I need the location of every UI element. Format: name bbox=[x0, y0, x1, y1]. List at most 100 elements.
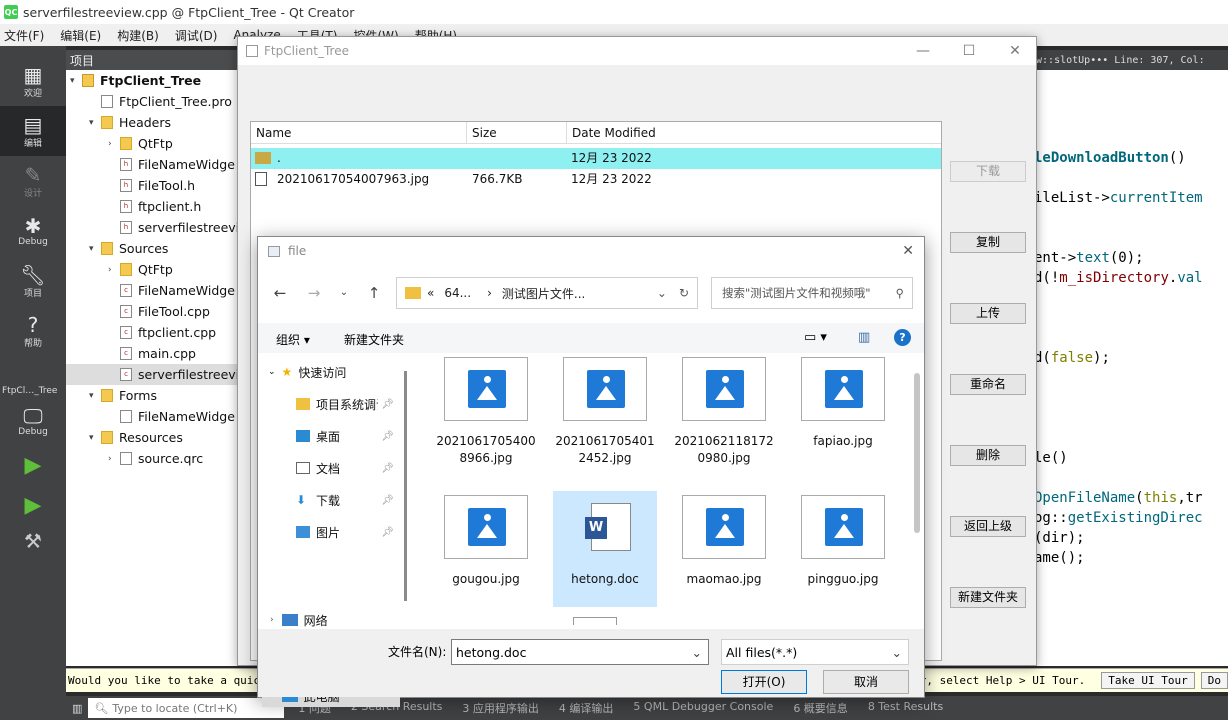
close-button[interactable]: ✕ bbox=[992, 37, 1038, 65]
project-tree-item[interactable]: ▾ Sources bbox=[66, 238, 241, 259]
output-tab[interactable]: 4 编译输出 bbox=[559, 700, 614, 716]
output-tab[interactable]: 3 应用程序输出 bbox=[462, 700, 539, 716]
search-input[interactable]: 搜索"测试图片文件和视频哦" ⚲ bbox=[711, 277, 913, 309]
project-tree-item[interactable]: h FileNameWidge bbox=[66, 154, 241, 175]
copy-button[interactable]: 复制 bbox=[950, 232, 1026, 253]
expand-arrow-icon[interactable]: ▾ bbox=[89, 244, 101, 254]
project-tree-item[interactable]: h FileTool.h bbox=[66, 175, 241, 196]
project-tree-item[interactable]: FileNameWidge bbox=[66, 406, 241, 427]
file-tile[interactable]: 20210621181720980.jpg bbox=[672, 353, 776, 469]
column-header-date[interactable]: Date Modified bbox=[567, 122, 941, 144]
address-segment[interactable]: 64... bbox=[444, 286, 471, 300]
table-row[interactable]: 20210617054007963.jpg 766.7KB 12月 23 202… bbox=[251, 169, 941, 190]
expand-arrow-icon[interactable]: ▾ bbox=[89, 433, 101, 443]
cancel-button[interactable]: 取消 bbox=[823, 670, 909, 694]
mode-projects[interactable]: 🔧︎ 项目 bbox=[0, 256, 66, 306]
project-tree-item[interactable]: ▾ Forms bbox=[66, 385, 241, 406]
expand-arrow-icon[interactable]: › bbox=[108, 139, 120, 149]
run-button[interactable]: ▶ bbox=[0, 446, 66, 486]
project-tree-item[interactable]: ▾ Resources bbox=[66, 427, 241, 448]
menu-item[interactable]: 构建(B) bbox=[117, 27, 159, 44]
project-tree-item[interactable]: FtpClient_Tree.pro bbox=[66, 91, 241, 112]
file-tile[interactable]: 20210617054008966.jpg bbox=[434, 353, 538, 469]
menu-item[interactable]: 编辑(E) bbox=[60, 27, 101, 44]
back-button[interactable]: ← bbox=[268, 281, 292, 305]
project-tree-item[interactable]: c ftpclient.cpp bbox=[66, 322, 241, 343]
up-button[interactable]: ↑ bbox=[362, 281, 386, 305]
nav-desktop[interactable]: 桌面 📌︎ bbox=[296, 425, 400, 447]
column-header-name[interactable]: Name bbox=[251, 122, 467, 144]
rename-button[interactable]: 重命名 bbox=[950, 374, 1026, 395]
project-tree-item[interactable]: c FileNameWidge bbox=[66, 280, 241, 301]
sidebar-toggle-icon[interactable]: ▥ bbox=[72, 702, 82, 715]
project-tree-item[interactable]: › QtFtp bbox=[66, 133, 241, 154]
new-folder-button[interactable]: 新建文件夹 bbox=[344, 331, 404, 348]
project-tree-item[interactable]: h serverfilestreevi bbox=[66, 217, 241, 238]
open-button[interactable]: 打开(O) bbox=[721, 670, 807, 694]
preview-pane-icon[interactable]: ▥ bbox=[858, 330, 870, 345]
mode-edit[interactable]: ▤ 编辑 bbox=[0, 106, 66, 156]
project-tree-item[interactable]: › source.qrc bbox=[66, 448, 241, 469]
address-overflow[interactable]: « bbox=[427, 286, 434, 300]
upload-button[interactable]: 上传 bbox=[950, 303, 1026, 324]
forward-button[interactable]: → bbox=[302, 281, 326, 305]
debug-run-button[interactable]: ▶ bbox=[0, 486, 66, 526]
view-options-icon[interactable]: ▭ ▾ bbox=[804, 330, 827, 345]
project-tree-item[interactable]: ▾ Headers bbox=[66, 112, 241, 133]
nav-network[interactable]: › 网络 bbox=[270, 609, 328, 631]
help-icon[interactable]: ? bbox=[894, 329, 911, 346]
nav-project-folder[interactable]: 项目系统调试📌︎ bbox=[296, 393, 400, 415]
output-tab[interactable]: 5 QML Debugger Console bbox=[633, 700, 773, 716]
close-icon[interactable]: ✕ bbox=[902, 243, 914, 259]
file-grid-scrollbar[interactable] bbox=[914, 373, 920, 533]
table-row[interactable]: . 12月 23 2022 bbox=[251, 148, 941, 169]
mode-design[interactable]: ✎ 设计 bbox=[0, 156, 66, 206]
project-tree-item[interactable]: ▾ FtpClient_Tree bbox=[66, 70, 241, 91]
menu-item[interactable]: 文件(F) bbox=[4, 27, 44, 44]
address-segment[interactable]: 测试图片文件... bbox=[502, 285, 585, 302]
file-tile[interactable]: maomao.jpg bbox=[672, 491, 776, 607]
build-button[interactable]: ⚒ bbox=[0, 526, 66, 556]
filename-input[interactable]: hetong.doc ⌄ bbox=[451, 639, 709, 665]
address-bar[interactable]: « 64... › 测试图片文件... ⌄ ↻ bbox=[396, 277, 698, 309]
address-dropdown-icon[interactable]: ⌄ bbox=[657, 286, 667, 300]
project-tree-item[interactable]: › QtFtp bbox=[66, 259, 241, 280]
project-tree-item[interactable]: c FileTool.cpp bbox=[66, 301, 241, 322]
delete-button[interactable]: 删除 bbox=[950, 445, 1026, 466]
project-tree-item[interactable]: c main.cpp bbox=[66, 343, 241, 364]
go-up-button[interactable]: 返回上级 bbox=[950, 516, 1026, 537]
kit-selector[interactable]: 🖵︎ Debug bbox=[0, 396, 66, 446]
refresh-icon[interactable]: ↻ bbox=[679, 286, 689, 300]
menu-item[interactable]: 调试(D) bbox=[175, 27, 218, 44]
expand-arrow-icon[interactable]: › bbox=[108, 454, 120, 464]
expand-arrow-icon[interactable]: ▾ bbox=[70, 76, 82, 86]
file-tile[interactable]: gougou.jpg bbox=[434, 491, 538, 607]
column-header-size[interactable]: Size bbox=[467, 122, 567, 144]
nav-downloads[interactable]: ⬇ 下载 📌︎ bbox=[296, 489, 400, 511]
mode-help[interactable]: ? 帮助 bbox=[0, 306, 66, 356]
output-tab[interactable]: 6 概要信息 bbox=[793, 700, 848, 716]
file-tile[interactable]: fapiao.jpg bbox=[791, 353, 895, 469]
project-tree-item[interactable]: c serverfilestreevi bbox=[66, 364, 241, 385]
project-tree-item[interactable]: h ftpclient.h bbox=[66, 196, 241, 217]
file-tile-partial[interactable] bbox=[553, 617, 657, 625]
file-tile[interactable]: pingguo.jpg bbox=[791, 491, 895, 607]
file-type-select[interactable]: All files(*.*) ⌄ bbox=[721, 639, 909, 665]
expand-arrow-icon[interactable]: › bbox=[108, 265, 120, 275]
mode-debug[interactable]: ✱ Debug bbox=[0, 206, 66, 256]
download-button[interactable]: 下载 bbox=[950, 161, 1026, 182]
output-tab[interactable]: 8 Test Results bbox=[868, 700, 943, 716]
nav-documents[interactable]: 文档 📌︎ bbox=[296, 457, 400, 479]
new-folder-button[interactable]: 新建文件夹 bbox=[950, 587, 1026, 608]
organize-button[interactable]: 组织 ▾ bbox=[276, 331, 310, 348]
do-not-show-button[interactable]: Do bbox=[1200, 672, 1228, 689]
expand-arrow-icon[interactable]: ▾ bbox=[89, 391, 101, 401]
file-tile[interactable]: Whetong.doc bbox=[553, 491, 657, 607]
code-editor[interactable]: leDownloadButton() ileList->currentItem en… bbox=[1030, 70, 1228, 666]
nav-quick-access[interactable]: ⌄ ★ 快速访问 bbox=[268, 361, 346, 383]
recent-locations-button[interactable]: ⌄ bbox=[332, 281, 356, 305]
nav-pictures[interactable]: 图片 📌︎ bbox=[296, 521, 400, 543]
mode-welcome[interactable]: ▦ 欢迎 bbox=[0, 56, 66, 106]
maximize-button[interactable]: ☐ bbox=[946, 37, 992, 65]
file-tile[interactable]: 20210617054012452.jpg bbox=[553, 353, 657, 469]
